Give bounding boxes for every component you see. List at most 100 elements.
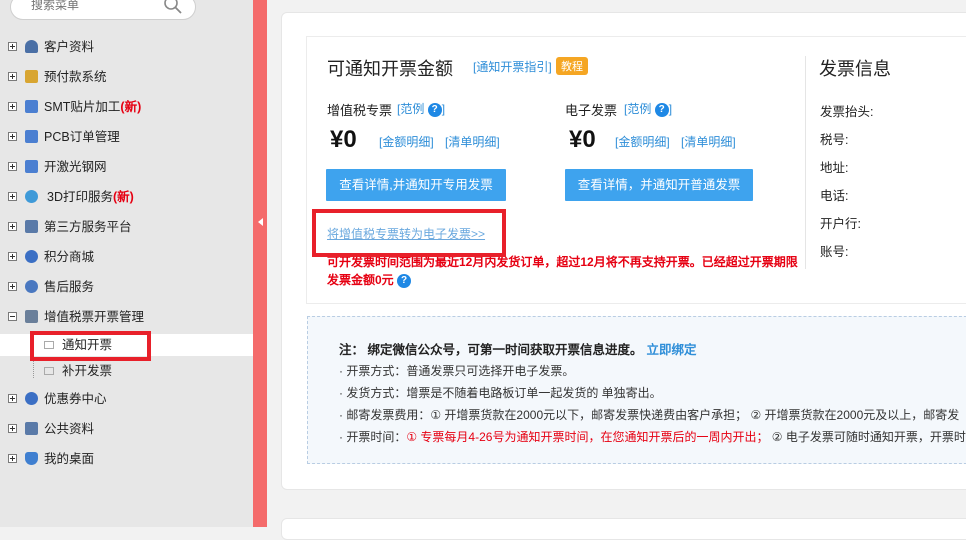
sidebar-item-label: 预付款系统 xyxy=(44,70,107,84)
phone-field: 电话: xyxy=(820,189,849,203)
notice-text: 增票是不随着电路板订单一起发货的 单独寄出。 xyxy=(406,386,662,400)
invoice-info-title: 发票信息 xyxy=(819,59,891,79)
search-box[interactable] xyxy=(10,0,196,20)
notice-line: · 开票方式：普通发票只可选择开电子发票。 xyxy=(339,362,574,379)
notice-text: ① 开增票货款在2000元以下，邮寄发票快递费由客户承担； ② 开增票货款在20… xyxy=(430,408,960,422)
warning-amount: 发票金额0元 xyxy=(327,273,394,287)
expand-icon[interactable] xyxy=(8,282,17,291)
search-icon[interactable] xyxy=(163,0,183,15)
third-party-icon xyxy=(25,220,38,233)
sidebar-subitem-label: 补开发票 xyxy=(62,364,113,378)
search-input[interactable] xyxy=(31,0,161,12)
3d-print-icon xyxy=(25,190,38,203)
document-icon xyxy=(44,367,54,375)
sidebar: 客户资料 预付款系统 SMT贴片加工(新) PCB订单管理 开激光钢网 3D打印… xyxy=(0,0,253,527)
public-docs-icon xyxy=(25,422,38,435)
sidebar-item-label: 售后服务 xyxy=(44,280,95,294)
help-icon[interactable]: ? xyxy=(654,103,669,117)
expand-icon[interactable] xyxy=(8,424,17,433)
sidebar-item-third-party[interactable]: 第三方服务平台 xyxy=(0,212,253,242)
expand-icon[interactable] xyxy=(8,222,17,231)
vat-example-link[interactable]: [范例 ?] xyxy=(397,100,445,117)
guide-link[interactable]: [通知开票指引] xyxy=(473,58,552,75)
notify-vat-invoice-button[interactable]: 查看详情,并通知开专用发票 xyxy=(326,169,506,201)
pcb-icon xyxy=(25,130,38,143)
customer-icon xyxy=(25,40,38,53)
sidebar-item-label: 公共资料 xyxy=(44,422,95,436)
sidebar-item-label: 我的桌面 xyxy=(44,452,95,466)
vat-list-detail-link[interactable]: [清单明细] xyxy=(445,133,500,150)
einvoice-list-detail-link[interactable]: [清单明细] xyxy=(681,133,736,150)
sidebar-item-label: PCB订单管理 xyxy=(44,130,120,144)
sidebar-item-prepay[interactable]: 预付款系统 xyxy=(0,62,253,92)
collapse-left-icon[interactable] xyxy=(258,218,263,226)
expand-icon[interactable] xyxy=(8,192,17,201)
sidebar-subitem-reissue-invoice[interactable]: 补开发票 xyxy=(0,360,253,382)
expand-icon[interactable] xyxy=(8,72,17,81)
sidebar-item-pcb[interactable]: PCB订单管理 xyxy=(0,122,253,152)
sidebar-item-label: 3D打印服务 xyxy=(47,190,113,204)
help-icon[interactable]: ? xyxy=(427,103,442,117)
einvoice-amount: ¥0 xyxy=(569,126,596,153)
expand-icon[interactable] xyxy=(8,132,17,141)
notice-label: · 邮寄发票费用： xyxy=(339,408,431,422)
vat-amount: ¥0 xyxy=(330,126,357,153)
sidebar-item-label: 第三方服务平台 xyxy=(44,220,132,234)
sidebar-collapse-bar[interactable] xyxy=(253,0,267,527)
bank-field: 开户行: xyxy=(820,217,861,231)
collapse-icon[interactable] xyxy=(8,312,17,321)
expand-icon[interactable] xyxy=(8,42,17,51)
sidebar-item-label: SMT贴片加工 xyxy=(44,100,121,114)
expand-icon[interactable] xyxy=(8,454,17,463)
desktop-icon xyxy=(25,452,38,465)
notice-heading: 注： 绑定微信公众号，可第一时间获取开票信息进度。 立即绑定 xyxy=(339,339,697,358)
sidebar-item-after-sales[interactable]: 售后服务 xyxy=(0,272,253,302)
sidebar-item-label: 开激光钢网 xyxy=(44,160,107,174)
sidebar-item-points-mall[interactable]: 积分商城 xyxy=(0,242,253,272)
einvoice-amount-detail-link[interactable]: [金额明细] xyxy=(615,133,670,150)
sidebar-item-smt[interactable]: SMT贴片加工(新) xyxy=(0,92,253,122)
notice-text: 普通发票只可选择开电子发票。 xyxy=(406,364,575,378)
example-label: [范例 xyxy=(624,102,652,116)
expand-icon[interactable] xyxy=(8,162,17,171)
sidebar-item-customer[interactable]: 客户资料 xyxy=(0,32,253,62)
notice-red-text: ① 专票每月4-26号为通知开票时间，在您通知开票后的一周内开出； xyxy=(406,430,769,444)
page-title: 可通知开票金额 xyxy=(327,59,453,79)
einvoice-example-link[interactable]: [范例 ?] xyxy=(624,100,672,117)
sidebar-item-coupon[interactable]: 优惠券中心 xyxy=(0,384,253,414)
notify-einvoice-button[interactable]: 查看详情，并通知开普通发票 xyxy=(565,169,753,201)
secondary-card xyxy=(281,518,966,540)
vat-label: 增值税专票 xyxy=(327,103,393,118)
sidebar-item-stencil[interactable]: 开激光钢网 xyxy=(0,152,253,182)
notice-line: · 邮寄发票费用：① 开增票货款在2000元以下，邮寄发票快递费由客户承担； ②… xyxy=(339,406,959,423)
prepay-icon xyxy=(25,70,38,83)
notice-line: · 发货方式：增票是不随着电路板订单一起发货的 单独寄出。 xyxy=(339,384,662,401)
sidebar-item-desktop[interactable]: 我的桌面 xyxy=(0,444,253,474)
sidebar-item-public-docs[interactable]: 公共资料 xyxy=(0,414,253,444)
tutorial-badge[interactable]: 教程 xyxy=(556,57,588,75)
example-label: [范例 xyxy=(397,102,425,116)
notice-label: · 开票方式： xyxy=(339,364,407,378)
vat-amount-detail-link[interactable]: [金额明细] xyxy=(379,133,434,150)
highlight-box xyxy=(312,209,506,257)
sidebar-item-label: 客户资料 xyxy=(44,40,95,54)
warning-text-2: 发票金额0元 ? xyxy=(327,271,412,288)
account-field: 账号: xyxy=(820,245,849,259)
sidebar-item-vat-invoice[interactable]: 增值税票开票管理 xyxy=(0,302,253,332)
divider xyxy=(805,56,806,269)
notice-label: · 发货方式： xyxy=(339,386,407,400)
einvoice-label: 电子发票 xyxy=(565,103,618,118)
sidebar-item-label: 增值税票开票管理 xyxy=(44,310,145,324)
expand-icon[interactable] xyxy=(8,394,17,403)
notice-text: ② 电子发票可随时通知开票，开票时 xyxy=(768,430,966,444)
new-badge: 新 xyxy=(124,100,138,114)
sidebar-item-label: 积分商城 xyxy=(44,250,95,264)
address-field: 地址: xyxy=(820,161,849,175)
highlight-box xyxy=(30,331,151,361)
expand-icon[interactable] xyxy=(8,252,17,261)
expand-icon[interactable] xyxy=(8,102,17,111)
stencil-icon xyxy=(25,160,38,173)
bind-wechat-link[interactable]: 立即绑定 xyxy=(646,343,696,357)
help-icon[interactable]: ? xyxy=(397,274,412,288)
sidebar-item-3d-print[interactable]: 3D打印服务(新) xyxy=(0,182,253,212)
